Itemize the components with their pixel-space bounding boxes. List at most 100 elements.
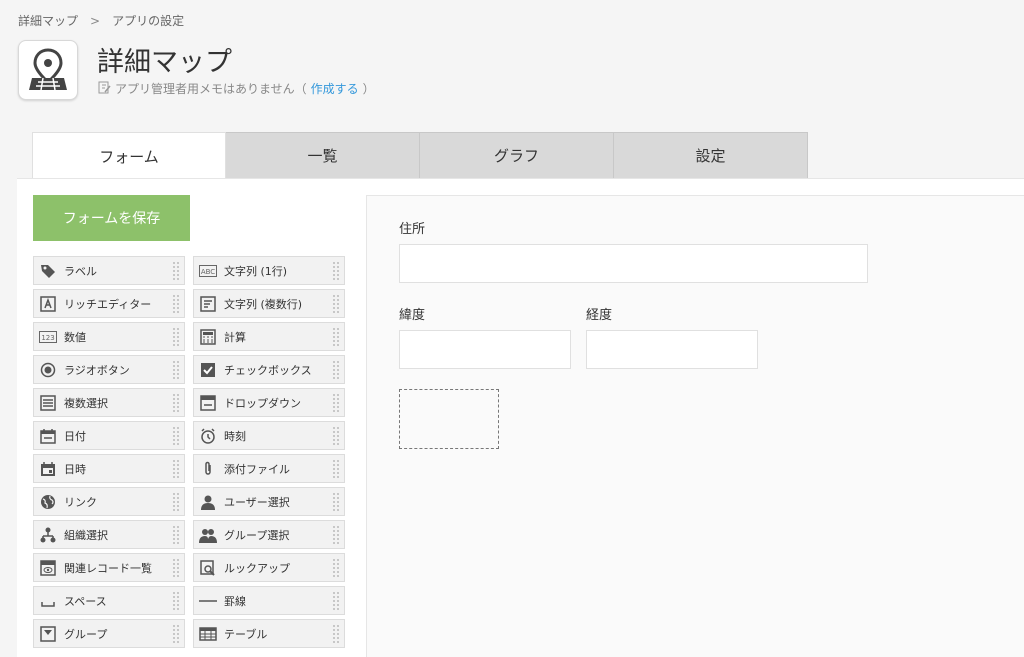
breadcrumb-current: アプリの設定 bbox=[112, 14, 185, 28]
space-icon bbox=[38, 591, 58, 611]
drag-handle-icon[interactable] bbox=[172, 261, 180, 281]
tab-form[interactable]: フォーム bbox=[32, 132, 226, 179]
tab-list[interactable]: 一覧 bbox=[226, 132, 420, 179]
palette-item-text: 計算 bbox=[224, 330, 246, 344]
drag-handle-icon[interactable] bbox=[172, 327, 180, 347]
calendar-icon bbox=[38, 426, 58, 446]
palette-item-text: 関連レコード一覧 bbox=[64, 561, 152, 575]
longitude-field-label: 経度 bbox=[586, 308, 613, 323]
radio-icon bbox=[38, 360, 58, 380]
settings-tabs: フォーム 一覧 グラフ 設定 bbox=[32, 132, 808, 179]
drag-handle-icon[interactable] bbox=[172, 426, 180, 446]
dropdown-icon bbox=[198, 393, 218, 413]
palette-item-radio[interactable]: ラジオボタン bbox=[33, 355, 185, 384]
palette-item-calc[interactable]: 計算 bbox=[193, 322, 345, 351]
breadcrumb: 詳細マップ > アプリの設定 bbox=[18, 12, 184, 29]
drag-handle-icon[interactable] bbox=[172, 525, 180, 545]
multiline-text-icon bbox=[198, 294, 218, 314]
palette-item-text: 時刻 bbox=[224, 429, 246, 443]
table-icon bbox=[198, 624, 218, 644]
drag-handle-icon[interactable] bbox=[172, 558, 180, 578]
palette-item-dropdown[interactable]: ドロップダウン bbox=[193, 388, 345, 417]
palette-item-attachment[interactable]: 添付ファイル bbox=[193, 454, 345, 483]
space-field-placeholder[interactable] bbox=[399, 389, 499, 449]
palette-item-user-select[interactable]: ユーザー選択 bbox=[193, 487, 345, 516]
field-palette: ラベル ABC 文字列 (1行) リッチエディター 文字列 (複数行) 123 … bbox=[33, 256, 345, 648]
calculator-icon bbox=[198, 327, 218, 347]
longitude-field[interactable] bbox=[586, 330, 758, 369]
palette-item-text: ルックアップ bbox=[224, 561, 290, 575]
palette-item-group[interactable]: グループ bbox=[33, 619, 185, 648]
palette-item-text: 文字列 (複数行) bbox=[224, 297, 303, 311]
drag-handle-icon[interactable] bbox=[332, 558, 340, 578]
palette-item-single-line-text[interactable]: ABC 文字列 (1行) bbox=[193, 256, 345, 285]
drag-handle-icon[interactable] bbox=[172, 624, 180, 644]
calendar-filled-icon bbox=[38, 459, 58, 479]
palette-item-text: リッチエディター bbox=[64, 297, 152, 311]
drag-handle-icon[interactable] bbox=[332, 393, 340, 413]
palette-item-space[interactable]: スペース bbox=[33, 586, 185, 615]
palette-item-divider[interactable]: 罫線 bbox=[193, 586, 345, 615]
latitude-field[interactable] bbox=[399, 330, 571, 369]
palette-item-label[interactable]: ラベル bbox=[33, 256, 185, 285]
drag-handle-icon[interactable] bbox=[332, 525, 340, 545]
related-records-icon bbox=[38, 558, 58, 578]
svg-text:ABC: ABC bbox=[201, 268, 215, 276]
palette-item-text: 組織選択 bbox=[64, 528, 108, 542]
palette-item-text: ラベル bbox=[64, 264, 97, 278]
palette-item-date[interactable]: 日付 bbox=[33, 421, 185, 450]
drag-handle-icon[interactable] bbox=[172, 492, 180, 512]
palette-item-link[interactable]: リンク bbox=[33, 487, 185, 516]
lookup-icon bbox=[198, 558, 218, 578]
palette-item-lookup[interactable]: ルックアップ bbox=[193, 553, 345, 582]
palette-item-text: グループ選択 bbox=[224, 528, 290, 542]
tab-settings[interactable]: 設定 bbox=[614, 132, 808, 179]
latitude-field-label: 緯度 bbox=[399, 308, 426, 323]
abc-icon: ABC bbox=[198, 261, 218, 281]
drag-handle-icon[interactable] bbox=[172, 591, 180, 611]
palette-item-time[interactable]: 時刻 bbox=[193, 421, 345, 450]
form-panel: フォームを保存 ラベル ABC 文字列 (1行) リッチエディター 文字列 (複… bbox=[17, 178, 1024, 657]
drag-handle-icon[interactable] bbox=[332, 327, 340, 347]
save-form-button[interactable]: フォームを保存 bbox=[33, 195, 190, 241]
drag-handle-icon[interactable] bbox=[332, 624, 340, 644]
drag-handle-icon[interactable] bbox=[172, 294, 180, 314]
divider-line-icon bbox=[198, 591, 218, 611]
drag-handle-icon[interactable] bbox=[332, 360, 340, 380]
drag-handle-icon[interactable] bbox=[172, 393, 180, 413]
drag-handle-icon[interactable] bbox=[332, 591, 340, 611]
rich-text-icon bbox=[38, 294, 58, 314]
palette-item-group-select[interactable]: グループ選択 bbox=[193, 520, 345, 549]
checkbox-icon bbox=[198, 360, 218, 380]
palette-item-multi-line-text[interactable]: 文字列 (複数行) bbox=[193, 289, 345, 318]
palette-item-org-select[interactable]: 組織選択 bbox=[33, 520, 185, 549]
drag-handle-icon[interactable] bbox=[332, 426, 340, 446]
memo-text: アプリ管理者用メモはありません（ bbox=[115, 82, 307, 96]
tab-graph[interactable]: グラフ bbox=[420, 132, 614, 179]
drag-handle-icon[interactable] bbox=[172, 360, 180, 380]
group-icon bbox=[38, 624, 58, 644]
palette-item-rich-editor[interactable]: リッチエディター bbox=[33, 289, 185, 318]
drag-handle-icon[interactable] bbox=[172, 459, 180, 479]
address-field[interactable] bbox=[399, 244, 868, 283]
palette-item-related-records[interactable]: 関連レコード一覧 bbox=[33, 553, 185, 582]
drag-handle-icon[interactable] bbox=[332, 492, 340, 512]
drag-handle-icon[interactable] bbox=[332, 459, 340, 479]
palette-item-text: 日付 bbox=[64, 429, 86, 443]
palette-item-number[interactable]: 123 数値 bbox=[33, 322, 185, 351]
multi-select-icon bbox=[38, 393, 58, 413]
palette-item-text: スペース bbox=[64, 594, 107, 608]
palette-item-text: テーブル bbox=[224, 627, 268, 641]
memo-create-link[interactable]: 作成する bbox=[311, 80, 359, 97]
drag-handle-icon[interactable] bbox=[332, 261, 340, 281]
palette-item-text: ドロップダウン bbox=[224, 396, 301, 410]
breadcrumb-app-link[interactable]: 詳細マップ bbox=[18, 12, 78, 29]
drag-handle-icon[interactable] bbox=[332, 294, 340, 314]
palette-item-text: 添付ファイル bbox=[224, 462, 290, 476]
palette-item-table[interactable]: テーブル bbox=[193, 619, 345, 648]
palette-item-multi-select[interactable]: 複数選択 bbox=[33, 388, 185, 417]
palette-item-datetime[interactable]: 日時 bbox=[33, 454, 185, 483]
alarm-clock-icon bbox=[198, 426, 218, 446]
palette-item-text: 数値 bbox=[64, 330, 86, 344]
palette-item-checkbox[interactable]: チェックボックス bbox=[193, 355, 345, 384]
